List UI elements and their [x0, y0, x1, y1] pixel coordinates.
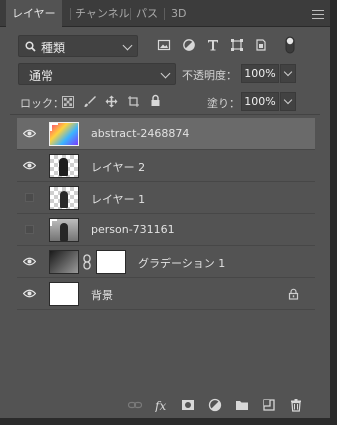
figure-silhouette: [60, 223, 68, 241]
blend-mode-select[interactable]: 通常: [18, 63, 176, 85]
eye-icon: [23, 289, 36, 298]
layer-row[interactable]: グラデーション 1: [17, 246, 315, 278]
eye-icon: [23, 129, 36, 138]
lock-icon: [288, 288, 299, 300]
tab-3d[interactable]: 3D: [171, 0, 186, 27]
chevron-down-icon: [160, 68, 171, 79]
lock-label: ロック：: [20, 97, 64, 110]
blend-mode-value: 通常: [29, 69, 54, 83]
fill-label: 塗り：: [207, 97, 240, 110]
opacity-input[interactable]: 100%: [241, 64, 279, 83]
layer-thumbnail: [49, 154, 79, 178]
group-folder-icon[interactable]: [235, 398, 249, 412]
layers-panel: レイヤー チャンネル パス 3D 種類 通常 不透明度： 100% ロック： 塗…: [0, 0, 330, 425]
smart-object-filter-icon[interactable]: [254, 38, 268, 52]
type-filter-icon[interactable]: [206, 38, 220, 52]
adjustment-layer-icon[interactable]: [208, 398, 222, 412]
lock-artboard-icon[interactable]: [127, 95, 140, 108]
eye-icon: [23, 161, 36, 170]
eye-icon: [23, 257, 36, 266]
mask-link-icon[interactable]: [83, 254, 91, 270]
layer-thumbnail: [49, 122, 79, 146]
figure-silhouette: [60, 191, 68, 208]
layer-thumbnail: [49, 186, 79, 210]
adjustment-filter-icon[interactable]: [182, 38, 196, 52]
trash-icon[interactable]: [289, 398, 303, 412]
lock-all-icon[interactable]: [150, 94, 161, 107]
fx-icon[interactable]: fx: [155, 398, 171, 412]
layer-row[interactable]: person-731161: [17, 214, 315, 246]
layers-list: abstract-2468874 レイヤー 2 レイヤー 1 person-73…: [17, 118, 315, 310]
layer-row[interactable]: abstract-2468874: [17, 118, 315, 150]
chevron-down-icon: [122, 40, 133, 51]
layer-thumbnail: [49, 218, 79, 242]
link-layers-icon[interactable]: [128, 398, 142, 412]
divider: [10, 114, 320, 115]
image-filter-icon[interactable]: [157, 38, 171, 52]
layer-kind-filter[interactable]: 種類: [18, 35, 138, 57]
layer-name[interactable]: abstract-2468874: [91, 127, 189, 140]
layer-name[interactable]: グラデーション 1: [138, 255, 225, 271]
figure-silhouette: [59, 158, 68, 176]
layer-mask-thumbnail[interactable]: [96, 250, 126, 274]
layer-name[interactable]: 背景: [91, 287, 113, 303]
tab-paths[interactable]: パス: [136, 0, 158, 27]
layer-name[interactable]: レイヤー 2: [91, 159, 145, 175]
panel-menu-icon[interactable]: [312, 10, 324, 19]
chevron-down-icon: [283, 67, 293, 77]
shape-filter-icon[interactable]: [230, 38, 244, 52]
visibility-toggle[interactable]: [17, 118, 41, 149]
window-edge-bottom: [0, 418, 337, 425]
visibility-toggle[interactable]: [17, 278, 41, 309]
tab-separator: [164, 8, 165, 20]
tab-separator: [130, 8, 131, 20]
layer-thumbnail: [49, 282, 79, 306]
smart-object-badge-icon: [50, 219, 57, 226]
layer-name[interactable]: person-731161: [91, 223, 175, 236]
fill-dropdown[interactable]: [280, 92, 296, 111]
window-edge-right: [330, 0, 337, 425]
layer-row[interactable]: 背景: [17, 278, 315, 310]
panel-tab-bar: レイヤー チャンネル パス 3D: [0, 0, 330, 28]
layer-row[interactable]: レイヤー 1: [17, 182, 315, 214]
layers-bottom-toolbar: fx: [0, 392, 330, 418]
lock-position-icon[interactable]: [105, 95, 118, 108]
visibility-toggle[interactable]: [17, 246, 41, 277]
tab-layers[interactable]: レイヤー: [6, 0, 62, 28]
smart-object-badge-icon: [50, 123, 58, 131]
filter-toggle-icon[interactable]: [285, 36, 295, 54]
filter-kind-label: 種類: [41, 41, 66, 55]
hidden-visibility-box: [25, 193, 34, 202]
search-icon: [25, 41, 36, 52]
tab-channels[interactable]: チャンネル: [75, 0, 130, 27]
visibility-toggle[interactable]: [17, 214, 41, 245]
svg-text:fx: fx: [155, 399, 166, 412]
layer-row[interactable]: レイヤー 2: [17, 150, 315, 182]
chevron-down-icon: [283, 95, 293, 105]
add-mask-icon[interactable]: [181, 398, 195, 412]
hidden-visibility-box: [25, 225, 34, 234]
opacity-dropdown[interactable]: [280, 64, 296, 83]
tab-separator: [70, 8, 71, 20]
gradient-thumbnail: [49, 250, 79, 274]
opacity-label: 不透明度：: [182, 69, 237, 82]
visibility-toggle[interactable]: [17, 182, 41, 213]
new-layer-icon[interactable]: [262, 398, 276, 412]
lock-transparent-pixels-icon[interactable]: [62, 96, 74, 108]
lock-image-pixels-icon[interactable]: [83, 95, 96, 108]
fill-input[interactable]: 100%: [241, 92, 279, 111]
visibility-toggle[interactable]: [17, 150, 41, 181]
layer-name[interactable]: レイヤー 1: [91, 191, 145, 207]
